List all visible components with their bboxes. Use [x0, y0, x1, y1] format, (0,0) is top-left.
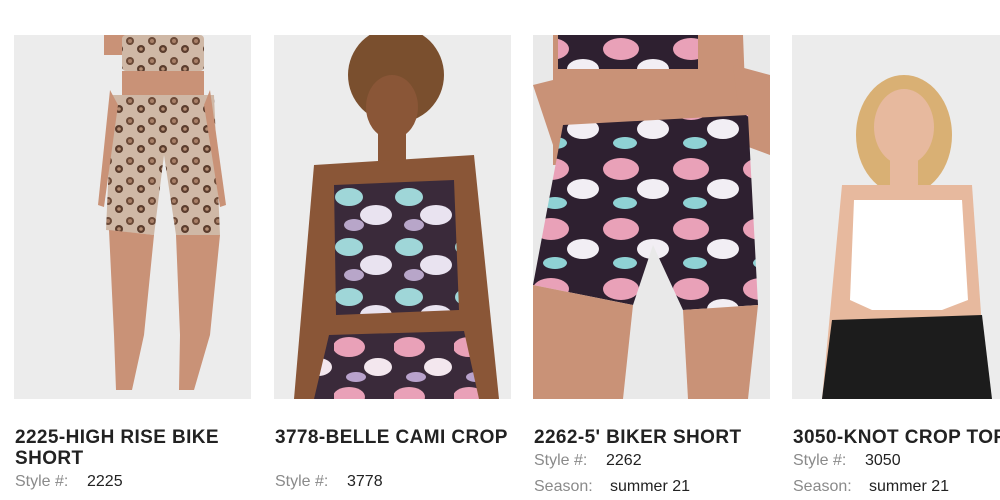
style-number: Style #: 2262	[534, 452, 642, 470]
product-card[interactable]: 2262-5' BIKER SHORT Style #: 2262 Season:…	[533, 35, 770, 500]
season-value: summer 21	[610, 478, 691, 495]
product-title[interactable]: 2262-5' BIKER SHORT	[534, 427, 784, 448]
style-value: 2225	[87, 473, 123, 490]
style-label: Style #:	[534, 452, 588, 469]
style-value: 3778	[347, 473, 383, 490]
season: Season: summer 21	[793, 478, 949, 496]
product-card[interactable]: 3778-BELLE CAMI CROP Style #: 3778	[274, 35, 511, 500]
season: Season: summer 21	[534, 478, 690, 496]
style-number: Style #: 3050	[793, 452, 901, 470]
product-image[interactable]	[274, 35, 511, 399]
style-number: Style #: 2225	[15, 473, 123, 491]
season-label: Season:	[793, 478, 852, 495]
style-number: Style #: 3778	[275, 473, 383, 491]
product-card[interactable]: 2225-HIGH RISE BIKE SHORT Style #: 2225	[14, 35, 251, 500]
style-label: Style #:	[793, 452, 847, 469]
product-card[interactable]: 3050-KNOT CROP TOP Style #: 3050 Season: s…	[792, 35, 1000, 500]
style-value: 3050	[865, 452, 901, 469]
product-title[interactable]: 2225-HIGH RISE BIKE SHORT	[15, 427, 265, 469]
season-label: Season:	[534, 478, 593, 495]
style-label: Style #:	[15, 473, 69, 490]
product-image[interactable]	[792, 35, 1000, 399]
product-image[interactable]	[14, 35, 251, 399]
product-title[interactable]: 3778-BELLE CAMI CROP	[275, 427, 525, 448]
style-value: 2262	[606, 452, 642, 469]
season-value: summer 21	[869, 478, 950, 495]
style-label: Style #:	[275, 473, 329, 490]
product-image[interactable]	[533, 35, 770, 399]
product-title[interactable]: 3050-KNOT CROP TOP	[793, 427, 1000, 448]
